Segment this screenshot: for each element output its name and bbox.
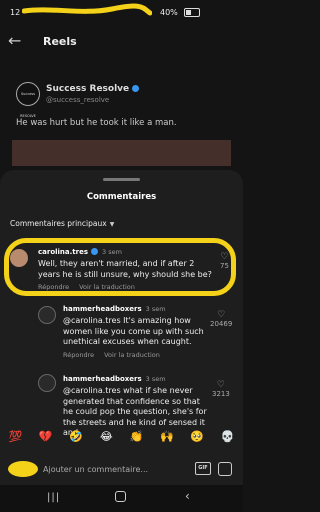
reply-button[interactable]: Répondre (63, 351, 94, 359)
sort-label: Commentaires principaux (10, 219, 107, 228)
comment-username[interactable]: hammerheadboxers (63, 375, 142, 383)
emoji-button[interactable]: 🤣 (65, 430, 88, 443)
page-title: Reels (43, 35, 77, 48)
post-author-name[interactable]: Success Resolve (46, 84, 129, 94)
emoji-button[interactable]: 💔 (34, 430, 57, 443)
like-button[interactable]: ♡ 3213 (212, 380, 230, 398)
emoji-bar: 💯 💔 🤣 😂 👏 🙌 🥺 💀 (4, 430, 239, 443)
emoji-button[interactable]: 💯 (4, 430, 27, 443)
post-caption: He was hurt but he took it like a man. (16, 118, 177, 128)
comment-input[interactable]: Ajouter un commentaire... (43, 465, 148, 474)
scribble-overlay (22, 3, 152, 16)
recent-apps-icon[interactable]: ||| (47, 492, 60, 503)
heart-icon: ♡ (216, 380, 225, 390)
chevron-down-icon: ▼ (109, 221, 115, 228)
highlight-circle (4, 238, 236, 296)
emoji-button[interactable]: 🙌 (155, 430, 178, 443)
battery-icon (184, 8, 200, 17)
gif-button[interactable]: GIF (195, 462, 211, 475)
status-time: 12 (10, 8, 21, 17)
nav-back-icon[interactable]: ‹ (185, 489, 190, 503)
sticker-icon[interactable] (218, 462, 232, 476)
like-count: 3213 (212, 390, 230, 398)
emoji-button[interactable]: 😂 (95, 430, 118, 443)
my-avatar (8, 461, 38, 477)
avatar[interactable] (38, 306, 56, 324)
like-button[interactable]: ♡ 20469 (210, 310, 232, 328)
avatar[interactable] (38, 374, 56, 392)
sheet-drag-handle[interactable] (103, 178, 140, 181)
comment-username[interactable]: hammerheadboxers (63, 305, 142, 313)
sheet-title: Commentaires (86, 192, 157, 202)
emoji-button[interactable]: 💀 (216, 430, 239, 443)
comment-time: 3 sem (145, 305, 166, 313)
comment-time: 3 sem (145, 375, 166, 383)
home-icon[interactable] (115, 491, 126, 502)
like-count: 20469 (210, 320, 233, 328)
post-avatar[interactable]: Success RESOLVE (16, 82, 40, 118)
verified-icon (132, 85, 140, 92)
post-handle: @success_resolve (46, 96, 110, 104)
comment-item: hammerheadboxers 3 sem @carolina.tres wha… (63, 374, 211, 439)
translate-button[interactable]: Voir la traduction (104, 351, 160, 359)
emoji-button[interactable]: 👏 (125, 430, 148, 443)
back-arrow-icon[interactable]: ← (8, 33, 21, 49)
video-thumbnail[interactable] (12, 140, 231, 166)
comment-text: @carolina.tres It's amazing how women li… (63, 316, 204, 346)
comment-item: hammerheadboxers 3 sem @carolina.tres It'… (63, 304, 211, 359)
post-author[interactable]: Success Resolve (46, 84, 140, 94)
battery-percent: 40% (160, 8, 178, 17)
heart-icon: ♡ (217, 310, 226, 320)
emoji-button[interactable]: 🥺 (186, 430, 209, 443)
sort-dropdown[interactable]: Commentaires principaux ▼ (10, 219, 114, 228)
